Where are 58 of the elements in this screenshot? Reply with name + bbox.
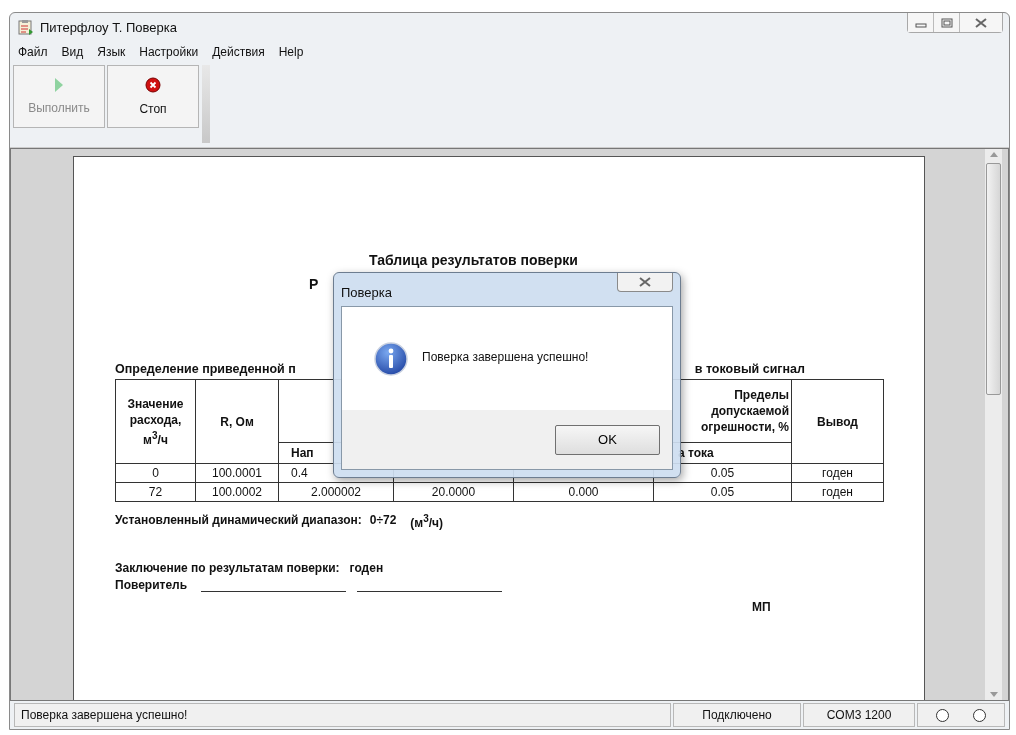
vertical-scrollbar[interactable] xyxy=(985,149,1002,700)
close-button[interactable] xyxy=(960,13,1002,32)
menu-item[interactable]: Язык xyxy=(97,44,126,59)
toolbar-button[interactable]: Стоп xyxy=(107,65,199,128)
stamp-label: МП xyxy=(752,600,772,614)
table-cell: 2.000002 xyxy=(310,485,362,499)
scroll-thumb[interactable] xyxy=(986,163,1001,395)
menu-item[interactable]: Файл xyxy=(18,44,48,59)
connection-status: Подключено xyxy=(673,703,801,727)
menu-item[interactable]: Действия xyxy=(212,44,265,59)
conclusion-label: Заключение по результатам поверки: xyxy=(115,561,340,575)
dialog-message: Поверка завершена успешно! xyxy=(422,349,589,364)
ok-button[interactable]: OK xyxy=(555,424,660,455)
status-message: Поверка завершена успешно! xyxy=(14,703,671,727)
table-cell: 100.0002 xyxy=(211,485,263,499)
info-icon xyxy=(374,341,408,376)
table-cell: 72 xyxy=(148,485,163,499)
dialog-title: Поверка xyxy=(341,285,392,300)
table-cell: 0.000 xyxy=(568,485,599,499)
menu-item[interactable]: Настройки xyxy=(139,44,199,59)
close-icon xyxy=(639,277,651,287)
clipboard-icon xyxy=(18,19,34,35)
verifier-label: Поверитель xyxy=(115,578,188,592)
menu-item[interactable]: Вид xyxy=(61,44,84,59)
menu-item[interactable]: Help xyxy=(278,44,304,59)
indicator-icon xyxy=(936,708,949,722)
play-icon xyxy=(54,78,64,92)
section-heading: в токовый сигнал xyxy=(694,362,805,376)
document-subtitle: Р xyxy=(309,276,319,294)
scroll-up-icon[interactable] xyxy=(989,152,998,157)
stop-icon xyxy=(145,77,161,93)
table-cell: 0.4 xyxy=(291,466,308,480)
table-cell: 100.0001 xyxy=(211,466,263,480)
range-unit: (м$^{3}$/ч) xyxy=(410,513,444,530)
close-icon xyxy=(975,17,987,28)
table-cell: годен xyxy=(822,466,853,480)
table-cell: 0.05 xyxy=(710,485,735,499)
table-cell: 20.0000 xyxy=(431,485,476,499)
table-cell: 0.05 xyxy=(710,466,735,480)
maximize-icon xyxy=(940,17,953,28)
column-header: Значение расхода, м$^{3}$/ч xyxy=(115,379,196,464)
minimize-button[interactable] xyxy=(908,13,934,32)
port-status: COM3 1200 xyxy=(803,703,915,727)
document-title: Таблица результатов поверки xyxy=(369,252,579,268)
column-header: Вывод xyxy=(791,379,884,464)
table-cell: 0 xyxy=(152,466,159,480)
scroll-down-icon[interactable] xyxy=(989,692,998,697)
table-cell: годен xyxy=(822,485,853,499)
indicator-icon xyxy=(973,708,986,722)
range-value: 0÷72 xyxy=(369,513,397,529)
range-label: Установленный динамический диапазон: xyxy=(115,513,362,529)
maximize-button[interactable] xyxy=(934,13,960,32)
section-heading: Определение приведенной п xyxy=(115,362,296,376)
window-title: Питерфлоу Т. Поверка xyxy=(40,19,177,35)
column-header: R, Ом xyxy=(195,379,279,464)
conclusion-value: годен xyxy=(349,561,384,575)
close-button[interactable] xyxy=(617,273,673,292)
toolbar-grip[interactable] xyxy=(202,65,210,143)
